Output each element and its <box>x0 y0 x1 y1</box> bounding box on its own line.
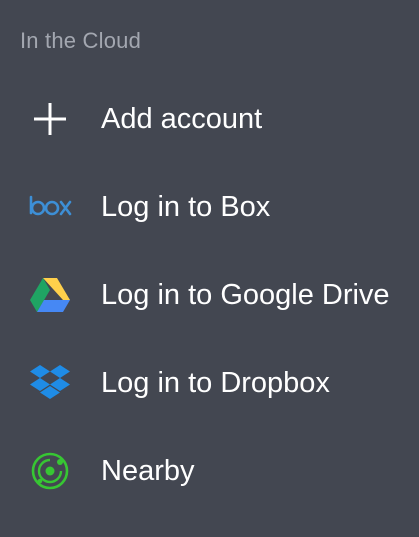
section-header: In the Cloud <box>20 28 142 53</box>
google-drive-logo-icon <box>28 275 72 315</box>
nearby-item[interactable]: Nearby <box>0 427 419 515</box>
menu-item-label: Add account <box>101 103 263 135</box>
box-login-item[interactable]: Log in to Box <box>0 163 419 251</box>
menu-item-label: Log in to Google Drive <box>101 279 390 311</box>
menu-item-label: Nearby <box>101 455 195 487</box>
menu-item-label: Log in to Box <box>101 191 271 223</box>
cloud-menu-list: Add account Log in to Box Log in to Goog… <box>0 75 419 515</box>
dropbox-login-item[interactable]: Log in to Dropbox <box>0 339 419 427</box>
cloud-menu-panel: In the Cloud Add account Log in to Box L… <box>0 0 419 537</box>
plus-icon <box>28 99 72 139</box>
menu-item-label: Log in to Dropbox <box>101 367 330 399</box>
box-logo-icon <box>28 187 72 227</box>
dropbox-logo-icon <box>28 363 72 403</box>
add-account-item[interactable]: Add account <box>0 75 419 163</box>
nearby-radar-icon <box>28 451 72 491</box>
google-drive-login-item[interactable]: Log in to Google Drive <box>0 251 419 339</box>
